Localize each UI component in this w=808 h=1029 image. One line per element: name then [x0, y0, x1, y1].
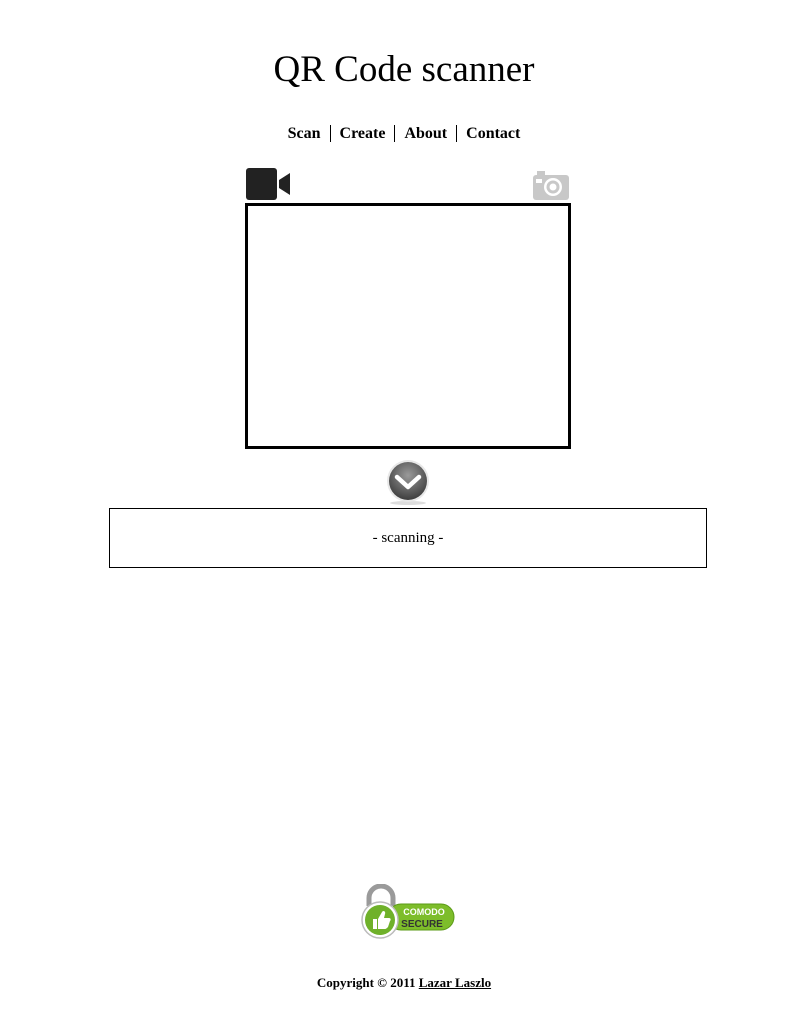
page-title: QR Code scanner — [273, 49, 535, 90]
chevron-down-icon — [387, 460, 429, 505]
badge-label: SECURE — [401, 919, 443, 930]
video-preview — [245, 203, 571, 449]
scan-result-box: - scanning - — [109, 508, 707, 568]
nav-contact[interactable]: Contact — [456, 125, 530, 142]
nav-scan[interactable]: Scan — [279, 125, 330, 142]
scan-down-button[interactable] — [386, 459, 430, 505]
main-nav: Scan Create About Contact — [0, 124, 808, 144]
video-camera-icon[interactable] — [246, 168, 292, 200]
photo-camera-icon[interactable] — [533, 170, 569, 200]
copyright-text: Copyright © 2011 — [316, 975, 416, 990]
nav-about[interactable]: About — [394, 125, 457, 142]
footer: Copyright © 2011 Lazar Laszlo — [0, 975, 808, 991]
author-link[interactable]: Lazar Laszlo — [419, 975, 491, 990]
nav-create[interactable]: Create — [329, 125, 395, 142]
badge-brand: COMODO — [403, 907, 445, 917]
comodo-secure-badge[interactable]: COMODO SECURE — [360, 883, 456, 940]
scan-status: - scanning - — [372, 530, 444, 546]
